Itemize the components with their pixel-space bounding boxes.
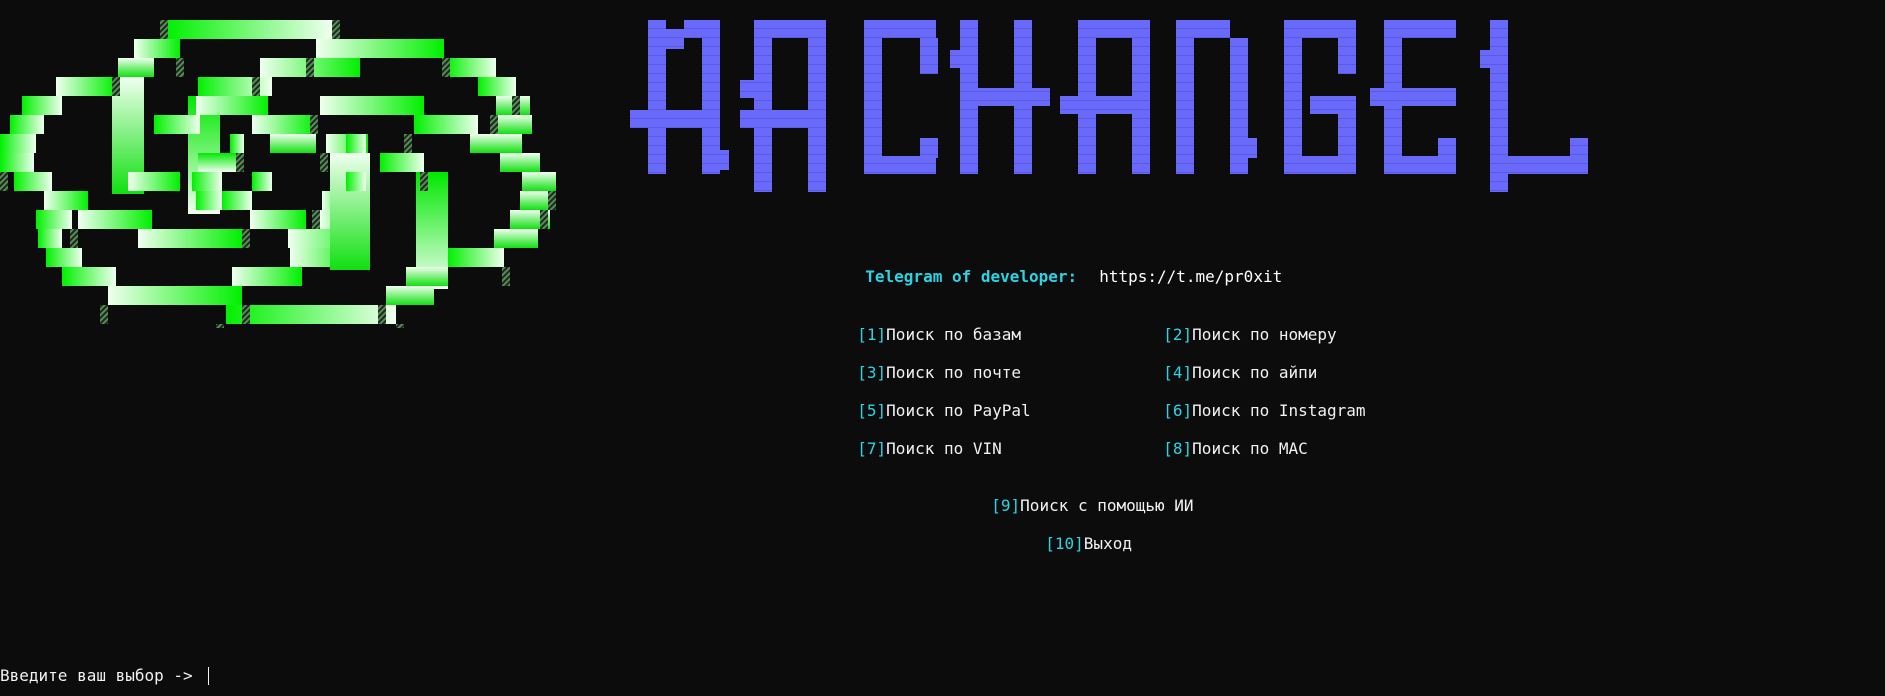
developer-label: Telegram of developer: xyxy=(865,267,1078,286)
menu-key: [9] xyxy=(991,496,1021,515)
menu-key: [4] xyxy=(1163,363,1193,382)
menu-label: Поиск по почте xyxy=(886,363,1022,382)
menu-key: [2] xyxy=(1163,325,1193,344)
menu-key: [10] xyxy=(1045,534,1084,553)
prompt-label: Введите ваш выбор -> xyxy=(0,666,203,685)
developer-contact: Telegram of developer: https://t.me/pr0xi… xyxy=(846,247,1282,287)
menu-item-10[interactable]: [10]Выход xyxy=(1026,514,1132,554)
menu-item-4[interactable]: [4]Поиск по айпи xyxy=(1144,343,1317,383)
menu-key: [5] xyxy=(857,401,887,420)
menu-item-5[interactable]: [5]Поиск по PayPal xyxy=(838,381,1031,421)
menu-key: [3] xyxy=(857,363,887,382)
menu-item-6[interactable]: [6]Поиск по Instagram xyxy=(1144,381,1366,421)
menu-key: [6] xyxy=(1163,401,1193,420)
choice-input[interactable] xyxy=(213,666,614,686)
menu-label: Поиск с помощью ИИ xyxy=(1020,496,1194,515)
menu-label: Поиск по айпи xyxy=(1192,363,1318,382)
menu-label: Поиск по номеру xyxy=(1192,325,1337,344)
text-cursor xyxy=(208,667,210,685)
menu-key: [7] xyxy=(857,439,887,458)
menu-item-8[interactable]: [8]Поиск по MAC xyxy=(1144,419,1308,459)
menu-key: [1] xyxy=(857,325,887,344)
menu-item-7[interactable]: [7]Поиск по VIN xyxy=(838,419,1002,459)
archangel-title-art xyxy=(630,20,1588,192)
menu-label: Поиск по PayPal xyxy=(886,401,1031,420)
menu-label: Поиск по Instagram xyxy=(1192,401,1366,420)
menu-label: Поиск по MAC xyxy=(1192,439,1308,458)
developer-telegram-link[interactable]: https://t.me/pr0xit xyxy=(1099,267,1282,286)
menu-item-9[interactable]: [9]Поиск с помощью ИИ xyxy=(972,476,1194,516)
menu-label: Поиск по VIN xyxy=(886,439,1002,458)
menu-label: Выход xyxy=(1083,534,1132,553)
menu-label: Поиск по базам xyxy=(886,325,1022,344)
menu-item-1[interactable]: [1]Поиск по базам xyxy=(838,305,1021,345)
green-knot-logo-icon xyxy=(0,20,556,328)
menu-item-3[interactable]: [3]Поиск по почте xyxy=(838,343,1021,383)
menu-key: [8] xyxy=(1163,439,1193,458)
choice-prompt: Введите ваш выбор -> xyxy=(0,666,614,686)
menu-item-2[interactable]: [2]Поиск по номеру xyxy=(1144,305,1337,345)
